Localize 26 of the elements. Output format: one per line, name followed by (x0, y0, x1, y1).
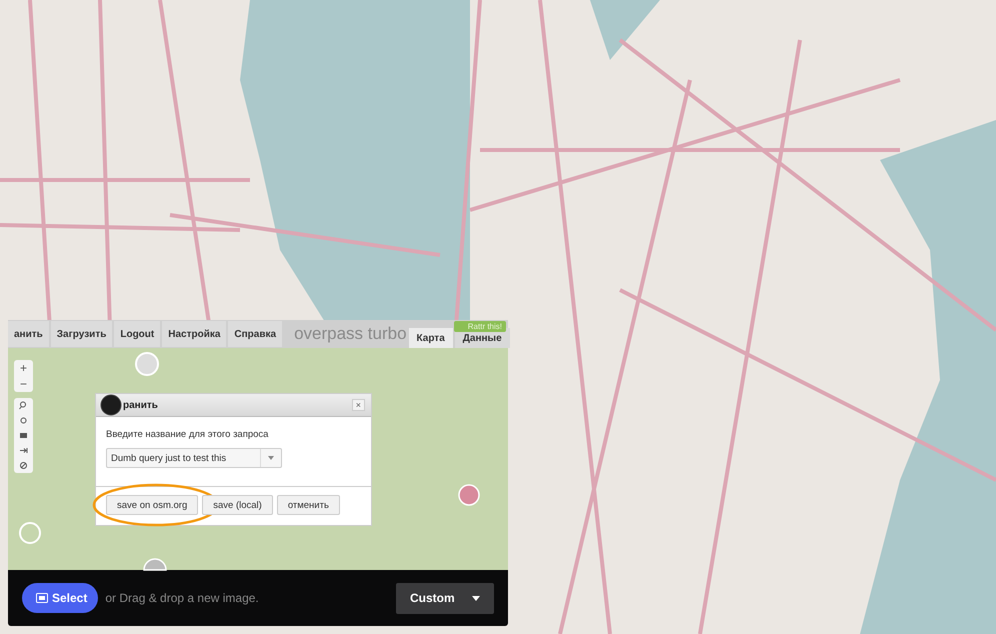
dialog-prompt: Введите название для этого запроса (106, 429, 270, 440)
select-button[interactable]: Select (22, 583, 98, 613)
query-name-field[interactable]: Dumb query just to test this (106, 448, 282, 468)
dialog-button[interactable]: save (local) (202, 495, 273, 515)
dialog-button[interactable]: save on osm.org (106, 495, 198, 515)
menu-button[interactable]: Настройка (162, 321, 226, 347)
ring-icon (135, 352, 159, 376)
app-title: overpass turbo (294, 324, 407, 344)
dialog-title: ранить (123, 400, 158, 410)
menu-button[interactable]: Справка (228, 321, 282, 347)
map-marker-dot-icon (458, 484, 480, 506)
caret-icon (472, 596, 480, 600)
preset-dropdown[interactable]: Custom (396, 582, 494, 614)
drop-hint: or Drag & drop a new image. (105, 591, 259, 605)
menu-button[interactable]: Загрузить (50, 321, 112, 347)
zoom-button[interactable]: − (14, 376, 33, 392)
dialog-button[interactable]: отменить (276, 495, 340, 515)
ring-icon (18, 521, 42, 545)
menu-button[interactable]: анить (8, 321, 49, 347)
marker-dot-icon (100, 394, 122, 416)
view-tab[interactable]: Карта (408, 328, 453, 348)
close-button[interactable]: × (352, 399, 365, 411)
menu-button[interactable]: Logout (114, 321, 160, 347)
image-icon (36, 593, 48, 603)
caret-icon (268, 456, 274, 460)
zoom-button[interactable]: + (14, 360, 33, 376)
